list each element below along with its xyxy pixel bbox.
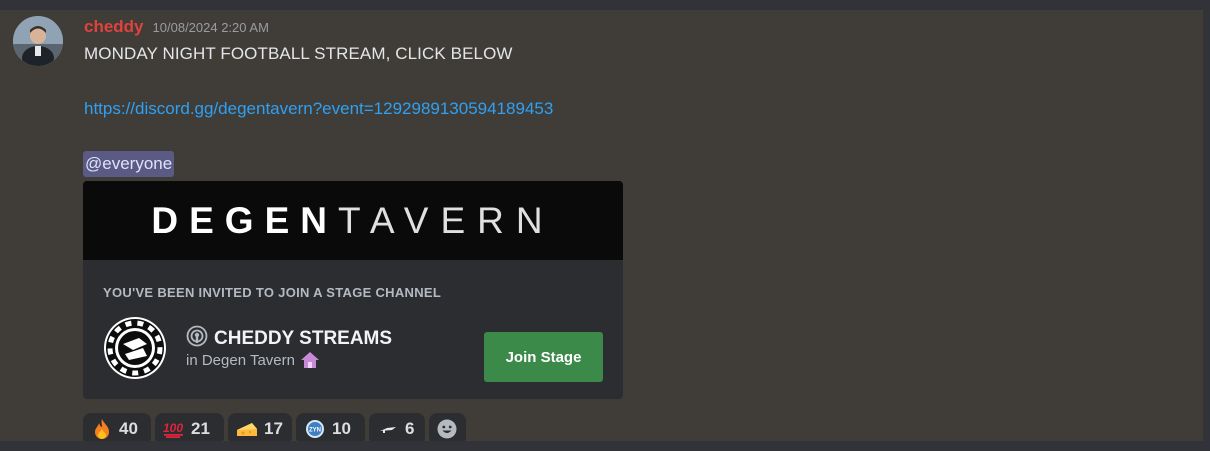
join-stage-button[interactable]: Join Stage: [484, 332, 603, 382]
in-server-label: in Degen Tavern: [186, 351, 295, 369]
zyn-icon: ZYN: [304, 418, 326, 440]
chat-bottom-strip: [0, 441, 1210, 451]
chat-message: cheddy 10/08/2024 2:20 AM MONDAY NIGHT F…: [0, 10, 1203, 445]
hundred-icon: 100: [163, 418, 185, 440]
add-reaction-icon: [436, 418, 458, 440]
svg-text:100: 100: [163, 421, 183, 435]
right-edge-strip: [1203, 0, 1210, 451]
reaction-count: 40: [119, 419, 138, 438]
everyone-mention[interactable]: @everyone: [83, 151, 175, 177]
message-timestamp: 10/08/2024 2:20 AM: [152, 20, 269, 35]
stage-row: CHEDDY STREAMS: [186, 325, 392, 352]
user-avatar[interactable]: [13, 16, 63, 66]
custom-emoji-icon: [377, 418, 399, 440]
in-server: in Degen Tavern: [186, 351, 320, 369]
banner-title-light: TAVERN: [337, 199, 555, 241]
invite-title: YOU'VE BEEN INVITED TO JOIN A STAGE CHAN…: [103, 285, 442, 300]
chat-top-strip: [0, 0, 1210, 10]
stage-invite-card: DEGENTAVERN YOU'VE BEEN INVITED TO JOIN …: [83, 181, 623, 399]
stage-icon: [186, 325, 208, 352]
fire-icon: [91, 418, 113, 440]
username[interactable]: cheddy: [84, 17, 144, 37]
reaction-count: 10: [332, 419, 351, 438]
svg-text:ZYN: ZYN: [309, 428, 321, 434]
reaction-count: 17: [264, 419, 283, 438]
server-icon[interactable]: [103, 316, 167, 380]
message-text: MONDAY NIGHT FOOTBALL STREAM, CLICK BELO…: [84, 44, 513, 63]
stage-channel-name: CHEDDY STREAMS: [214, 327, 393, 349]
cheese-icon: [236, 418, 258, 440]
message-header: cheddy 10/08/2024 2:20 AM: [84, 17, 269, 39]
reaction-count: 21: [191, 419, 210, 438]
banner-title-bold: DEGEN: [151, 199, 338, 241]
event-link[interactable]: https://discord.gg/degentavern?event=129…: [84, 99, 553, 119]
reaction-count: 6: [405, 419, 415, 438]
server-banner: DEGENTAVERN: [83, 181, 623, 260]
house-emoji-icon: [300, 351, 320, 369]
